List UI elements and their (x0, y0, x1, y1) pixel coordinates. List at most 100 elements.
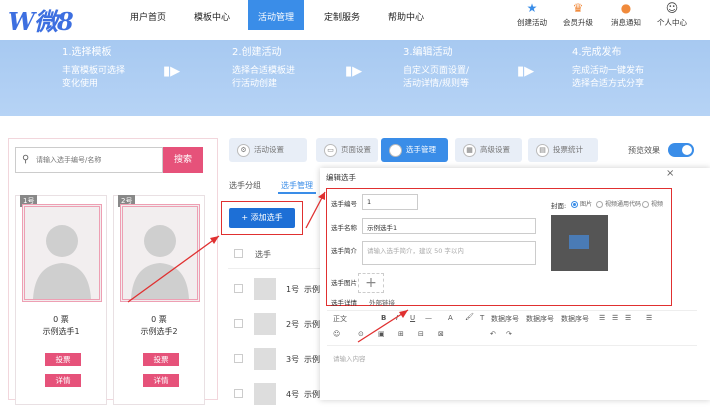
toolbar-align-center-icon[interactable]: ☰ (612, 314, 618, 322)
toolbar-paragraph-select[interactable]: 正文 (333, 314, 347, 324)
steps-banner: 1.选择模板 丰富模板可选择 变化使用 ▮▶ 2.创建活动 选择合适模板进 行活… (0, 40, 710, 116)
code-icon[interactable]: ⊠ (438, 330, 444, 338)
toolbar-list-number-button[interactable]: 数据序号 (526, 314, 554, 324)
toolbar-font-size-button[interactable]: T (480, 314, 484, 322)
step-desc: 选择合适模板进 (232, 66, 296, 76)
notifications-button[interactable]: ● 消息通知 (608, 2, 644, 28)
contestant-search-box: ⚲ (15, 147, 163, 173)
video-icon[interactable]: ⊞ (398, 330, 404, 338)
row-checkbox[interactable] (234, 284, 243, 293)
toolbar-align-left-icon[interactable]: ☰ (599, 314, 605, 322)
row-checkbox[interactable] (234, 354, 243, 363)
avatar (254, 313, 276, 335)
table-row: 3号 示例 (234, 348, 334, 380)
cover-option-video[interactable]: 视频 (642, 199, 663, 208)
cover-image-preview[interactable] (551, 215, 608, 271)
step-desc: 行活动创建 (232, 79, 278, 89)
contestant-name-input[interactable]: 示例选手1 (362, 218, 536, 234)
upload-image-plus-icon[interactable]: + (358, 273, 384, 293)
contestant-card: 2号 0 票 示例选手2 投票 详情 (113, 195, 205, 405)
undo-icon[interactable]: ↶ (490, 330, 496, 338)
detail-button[interactable]: 详情 (45, 374, 81, 387)
link-icon[interactable]: ⊙ (358, 330, 364, 338)
toolbar-align-right-icon[interactable]: ☰ (625, 314, 631, 322)
cover-option-image[interactable]: 图片 (571, 199, 592, 208)
add-contestant-button[interactable]: + 添加选手 (229, 208, 295, 228)
radio-label: 视频通用代码 (605, 201, 642, 208)
toolbar-line-height-icon[interactable]: ☰ (646, 314, 652, 322)
advanced-icon: ▦ (463, 143, 476, 157)
editor-body[interactable]: 请输入内容 (333, 353, 366, 363)
row-number: 2号 (286, 320, 300, 329)
toolbar-bold-button[interactable]: B (381, 314, 386, 322)
vote-button[interactable]: 投票 (45, 353, 81, 366)
toolbar-font-color-button[interactable]: A (448, 314, 453, 322)
step-desc: 完成活动一键发布 (572, 66, 645, 76)
nav-icon-label: 个人中心 (657, 18, 687, 27)
row-checkbox[interactable] (234, 389, 243, 398)
avatar (254, 278, 276, 300)
contestant-photo (22, 204, 102, 302)
star-icon: ★ (526, 1, 538, 15)
bell-icon: ● (620, 1, 632, 15)
toolbar-strike-button[interactable]: — (425, 314, 432, 322)
select-all-checkbox[interactable] (234, 249, 243, 258)
step-1: 1.选择模板 丰富模板可选择 变化使用 (62, 46, 125, 91)
close-icon[interactable]: × (666, 168, 674, 179)
subtab-contestant-management[interactable]: 选手管理 (281, 180, 313, 191)
radio-icon (596, 201, 603, 208)
nav-item-home[interactable]: 用户首页 (130, 10, 166, 23)
create-activity-button[interactable]: ★ 创建活动 (514, 2, 550, 28)
step-3: 3.编辑活动 自定义页面设置/ 活动详情/规则等 (403, 46, 469, 91)
nav-item-label: 活动管理 (257, 13, 294, 23)
row-checkbox[interactable] (234, 319, 243, 328)
step-2: 2.创建活动 选择合适模板进 行活动创建 (232, 46, 295, 91)
toolbar-list-number-button[interactable]: 数据序号 (491, 314, 519, 324)
tab-vote-statistics[interactable]: ▤ 投票统计 (528, 138, 598, 162)
crown-icon: ♛ (572, 1, 584, 15)
step-desc: 选择合适方式分享 (572, 79, 645, 89)
radio-label: 图片 (580, 201, 593, 208)
subtab-active-indicator (278, 192, 316, 194)
nav-item-templates[interactable]: 模板中心 (194, 10, 230, 23)
member-upgrade-button[interactable]: ♛ 会员升级 (560, 2, 596, 28)
tab-page-settings[interactable]: ▭ 页面设置 (316, 138, 378, 162)
emoji-icon[interactable]: ☺ (333, 330, 340, 338)
nav-item-activity-management[interactable]: 活动管理 (248, 0, 304, 30)
search-button[interactable]: 搜索 (163, 147, 203, 173)
tab-advanced-settings[interactable]: ▦ 高级设置 (455, 138, 522, 162)
contestant-search-input[interactable] (36, 153, 156, 167)
nav-item-custom-service[interactable]: 定制服务 (324, 10, 360, 23)
redo-icon[interactable]: ↷ (506, 330, 512, 338)
profile-button[interactable]: ☺ 个人中心 (654, 2, 690, 28)
radio-selected-icon (571, 201, 578, 208)
step-title: 1.选择模板 (62, 47, 112, 58)
column-header-contestant: 选手 (255, 250, 271, 259)
cover-option-video-code[interactable]: 视频通用代码 (596, 199, 641, 208)
row-name: 示例 (304, 285, 320, 294)
toolbar-italic-button[interactable]: I (396, 314, 398, 322)
toolbar-highlight-button[interactable]: 🖌 (465, 313, 474, 321)
external-link[interactable]: 外部链接 (369, 297, 395, 307)
table-icon[interactable]: ⊟ (418, 330, 424, 338)
step-arrow-icon: ▮▶ (163, 64, 181, 79)
intro-label: 选手简介 (331, 247, 357, 255)
tab-contestant-management[interactable]: ☺ 选手管理 (381, 138, 448, 162)
preview-effect-toggle[interactable] (668, 143, 694, 157)
table-divider (228, 268, 320, 269)
toolbar-underline-button[interactable]: U (410, 314, 415, 322)
tab-label: 高级设置 (480, 145, 510, 154)
row-number: 3号 (286, 355, 300, 364)
nav-item-help[interactable]: 帮助中心 (388, 10, 424, 23)
detail-button[interactable]: 详情 (143, 374, 179, 387)
logo[interactable]: W微8 (8, 2, 74, 37)
contestant-number-input[interactable]: 1 (362, 194, 418, 210)
tab-activity-settings[interactable]: ⚙ 活动设置 (229, 138, 307, 162)
subtab-contestant-groups[interactable]: 选手分组 (229, 180, 261, 191)
vote-button[interactable]: 投票 (143, 353, 179, 366)
image-label: 选手图片 (331, 279, 357, 287)
toolbar-list-number-button[interactable]: 数据序号 (561, 314, 589, 324)
contestant-intro-textarea[interactable]: 请输入选手简介，建议 50 字以内 (362, 241, 536, 265)
image-icon[interactable]: ▣ (378, 330, 385, 338)
avatar (254, 348, 276, 370)
